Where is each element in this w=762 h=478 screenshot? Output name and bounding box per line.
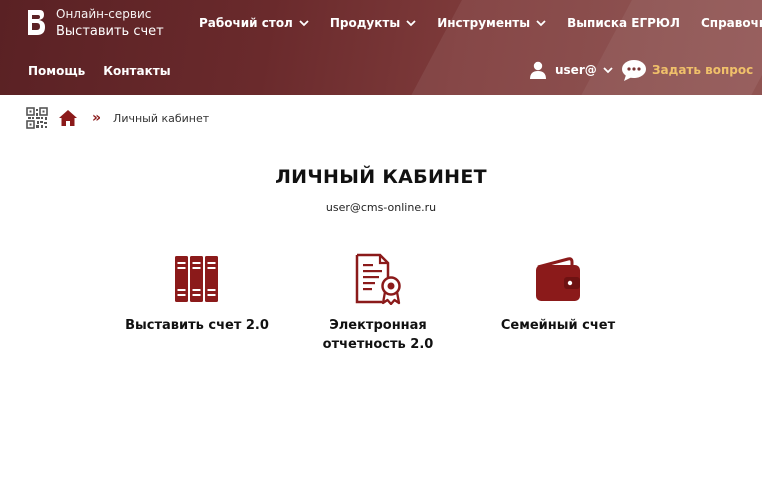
ask-question-button[interactable]: Задать вопрос (621, 59, 753, 81)
nav-item-contacts[interactable]: Контакты (103, 64, 170, 78)
binders-icon (175, 256, 218, 302)
nav-label: Справочники (700, 16, 762, 30)
nav-label: Рабочий стол (199, 16, 293, 30)
breadcrumb-separator: » (92, 110, 102, 126)
nav-label: Инструменты (437, 16, 531, 30)
user-name: user@ (555, 63, 597, 77)
nav-item-tools[interactable]: Инструменты (437, 15, 546, 31)
brand[interactable]: Онлайн-сервис Выставить счет (56, 6, 164, 40)
nav-item-products[interactable]: Продукты (330, 15, 416, 31)
home-icon[interactable] (58, 109, 78, 127)
nav-item-help[interactable]: Помощь (28, 64, 85, 78)
chevron-down-icon (536, 20, 546, 27)
user-email: user@cms-online.ru (325, 201, 437, 214)
card-label: Семейный счет (500, 318, 616, 333)
wallet-icon (536, 257, 580, 301)
card-issue-invoice[interactable]: Выставить счет 2.0 (107, 253, 287, 335)
card-e-reporting[interactable]: Электронная отчетность 2.0 (288, 253, 468, 354)
qr-code-icon[interactable] (26, 107, 48, 129)
nav-item-egrul[interactable]: Выписка ЕГРЮЛ (567, 15, 680, 31)
user-menu[interactable]: user@ (529, 61, 613, 79)
brand-line2: Выставить счет (56, 24, 164, 39)
certificate-document-icon (355, 253, 401, 305)
page-title: ЛИЧНЫЙ КАБИНЕТ (275, 166, 487, 188)
chevron-down-icon (603, 67, 613, 74)
nav-item-references[interactable]: Справочники (701, 15, 762, 31)
sub-nav: Помощь Контакты (28, 64, 189, 78)
chevron-down-icon (299, 20, 309, 27)
nav-label: Выписка ЕГРЮЛ (567, 16, 680, 30)
chevron-down-icon (406, 20, 416, 27)
brand-line1: Онлайн-сервис (56, 7, 152, 21)
ask-question-label: Задать вопрос (652, 63, 754, 77)
card-label: Выставить счет 2.0 (125, 318, 269, 333)
nav-item-desktop[interactable]: Рабочий стол (199, 15, 309, 31)
header: Онлайн-сервис Выставить счет Рабочий сто… (0, 0, 762, 95)
card-label: Электронная отчетность 2.0 (322, 318, 434, 352)
nav-label: Продукты (329, 16, 401, 30)
user-icon (530, 61, 546, 79)
card-family-account[interactable]: Семейный счет (468, 253, 648, 335)
breadcrumb: » Личный кабинет (26, 107, 209, 129)
chat-bubble-icon (622, 60, 646, 81)
top-nav: Рабочий стол Продукты Инструменты Выписк… (199, 15, 762, 31)
logo-icon[interactable] (26, 8, 46, 38)
breadcrumb-current: Личный кабинет (113, 111, 210, 125)
